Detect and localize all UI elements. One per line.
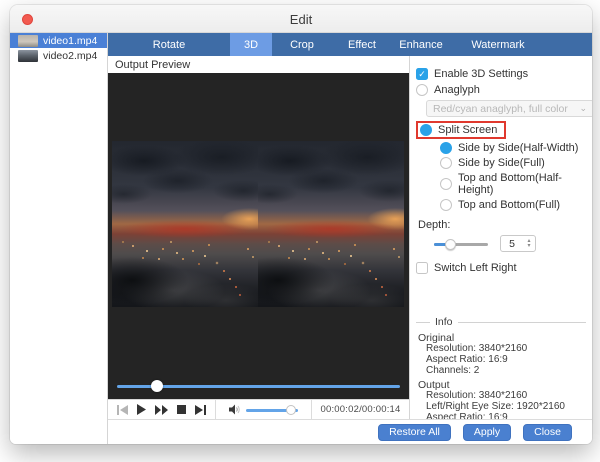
anaglyph-type-value: Red/cyan anaglyph, full color (433, 102, 568, 115)
preview-label-strip: Output Preview (108, 56, 409, 73)
tab-enhance[interactable]: Enhance (392, 33, 450, 56)
switch-left-right-label: Switch Left Right (434, 262, 517, 274)
screen: Edit video1.mp4 video2.mp4 Rotate 3D Cro… (0, 0, 600, 462)
option-row: Top and Bottom(Full) (440, 199, 586, 211)
option-row: Side by Side(Full) (440, 157, 586, 169)
sidebar-item-video2[interactable]: video2.mp4 (10, 48, 107, 63)
depth-slider[interactable] (434, 238, 488, 250)
sidebar-item-label: video2.mp4 (43, 49, 98, 62)
top-and-bottom-full-radio[interactable] (440, 199, 452, 211)
depth-label: Depth: (418, 219, 451, 231)
volume-icon[interactable] (229, 404, 241, 415)
video-preview-area (108, 73, 409, 399)
info-output: Output Resolution: 3840*2160 Left/Right … (418, 379, 586, 419)
apply-button[interactable]: Apply (462, 423, 512, 441)
anaglyph-type-dropdown[interactable]: Red/cyan anaglyph, full color ⌄ (426, 100, 592, 117)
split-screen-label: Split Screen (438, 124, 498, 136)
video1-thumbnail (18, 34, 38, 47)
info-legend: Info (416, 316, 586, 328)
chevron-down-icon: ⌄ (579, 103, 587, 113)
sidebar-item-label: video1.mp4 (43, 34, 98, 47)
option-label: Side by Side(Half-Width) (458, 142, 579, 154)
time-display-group: 00:00:02/00:00:14 (311, 400, 409, 419)
volume-controls (215, 400, 311, 419)
preview-column: Output Preview 00:00:02/00:00:14 (108, 56, 410, 419)
split-screen-radio[interactable] (420, 124, 432, 136)
side-by-side-half-width-radio[interactable] (440, 142, 452, 154)
switch-left-right-checkbox[interactable] (416, 262, 428, 274)
depth-stepper[interactable]: 5 ▴ ▾ (500, 235, 536, 252)
depth-slider-thumb[interactable] (445, 238, 456, 250)
volume-slider[interactable] (246, 404, 298, 415)
option-row: Side by Side(Half-Width) (440, 142, 586, 154)
playback-controls (108, 400, 215, 419)
depth-controls: 5 ▴ ▾ (434, 235, 586, 252)
stepper-arrows[interactable]: ▴ ▾ (523, 238, 535, 249)
video2-thumbnail (18, 49, 38, 62)
side-by-side-full-radio[interactable] (440, 157, 452, 169)
skip-start-icon[interactable] (117, 404, 128, 415)
preview-right-eye-image (258, 141, 404, 307)
option-label: Top and Bottom(Full) (458, 199, 561, 211)
switch-left-right-row: Switch Left Right (416, 262, 586, 274)
skip-end-icon[interactable] (195, 404, 206, 415)
tab-effect[interactable]: Effect (332, 33, 392, 56)
play-icon[interactable] (137, 404, 146, 415)
enable-3d-label: Enable 3D Settings (434, 68, 529, 80)
fast-forward-icon[interactable] (155, 404, 168, 415)
sidebar-item-video1[interactable]: video1.mp4 (10, 33, 107, 48)
stepper-down-icon[interactable]: ▾ (527, 243, 530, 249)
transport-bar: 00:00:02/00:00:14 (108, 399, 409, 419)
3d-settings-panel: ✓ Enable 3D Settings Anaglyph Red/cyan a… (410, 56, 592, 419)
seek-slider[interactable] (117, 380, 400, 392)
tab-crop[interactable]: Crop (272, 33, 332, 56)
split-screen-highlight-box: Split Screen (416, 121, 507, 139)
anaglyph-radio[interactable] (416, 84, 428, 96)
option-label: Top and Bottom(Half-Height) (458, 172, 562, 196)
anaglyph-row: Anaglyph (416, 84, 586, 96)
preview-left-eye-image (112, 141, 258, 307)
enable-3d-row: ✓ Enable 3D Settings (416, 68, 586, 80)
file-list-sidebar: video1.mp4 video2.mp4 (10, 33, 108, 444)
top-and-bottom-half-height-radio[interactable] (440, 178, 452, 190)
restore-all-button[interactable]: Restore All (378, 423, 451, 441)
info-title: Info (435, 316, 453, 328)
depth-value: 5 (509, 237, 515, 250)
playback-time: 00:00:02/00:00:14 (320, 404, 401, 415)
anaglyph-label: Anaglyph (434, 84, 480, 96)
edit-tabbar: Rotate 3D Crop Effect Enhance Watermark (108, 33, 592, 56)
legend-line (416, 321, 430, 323)
edit-dialog: Edit video1.mp4 video2.mp4 Rotate 3D Cro… (10, 5, 592, 444)
option-label: Side by Side(Full) (458, 157, 545, 169)
tab-rotate[interactable]: Rotate (108, 33, 230, 56)
enable-3d-checkbox[interactable]: ✓ (416, 68, 428, 80)
output-preview-label: Output Preview (115, 58, 191, 71)
info-line: Aspect Ratio: 16:9 (426, 353, 508, 365)
stop-icon[interactable] (177, 405, 186, 414)
volume-thumb[interactable] (286, 404, 296, 415)
tab-3d[interactable]: 3D (230, 33, 272, 56)
close-button[interactable]: Close (523, 423, 572, 441)
seek-thumb[interactable] (150, 380, 163, 392)
tab-watermark[interactable]: Watermark (450, 33, 546, 56)
info-line: Channels: 2 (426, 364, 480, 376)
legend-line (457, 321, 586, 323)
option-row: Top and Bottom(Half-Height) (440, 172, 586, 196)
split-screen-options: Side by Side(Half-Width) Side by Side(Fu… (440, 142, 586, 211)
info-original: Original Resolution: 3840*2160 Aspect Ra… (418, 332, 586, 376)
titlebar: Edit (10, 5, 592, 33)
split-screen-preview (112, 141, 404, 307)
window-title: Edit (289, 12, 313, 27)
dialog-footer: Restore All Apply Close (108, 419, 592, 444)
